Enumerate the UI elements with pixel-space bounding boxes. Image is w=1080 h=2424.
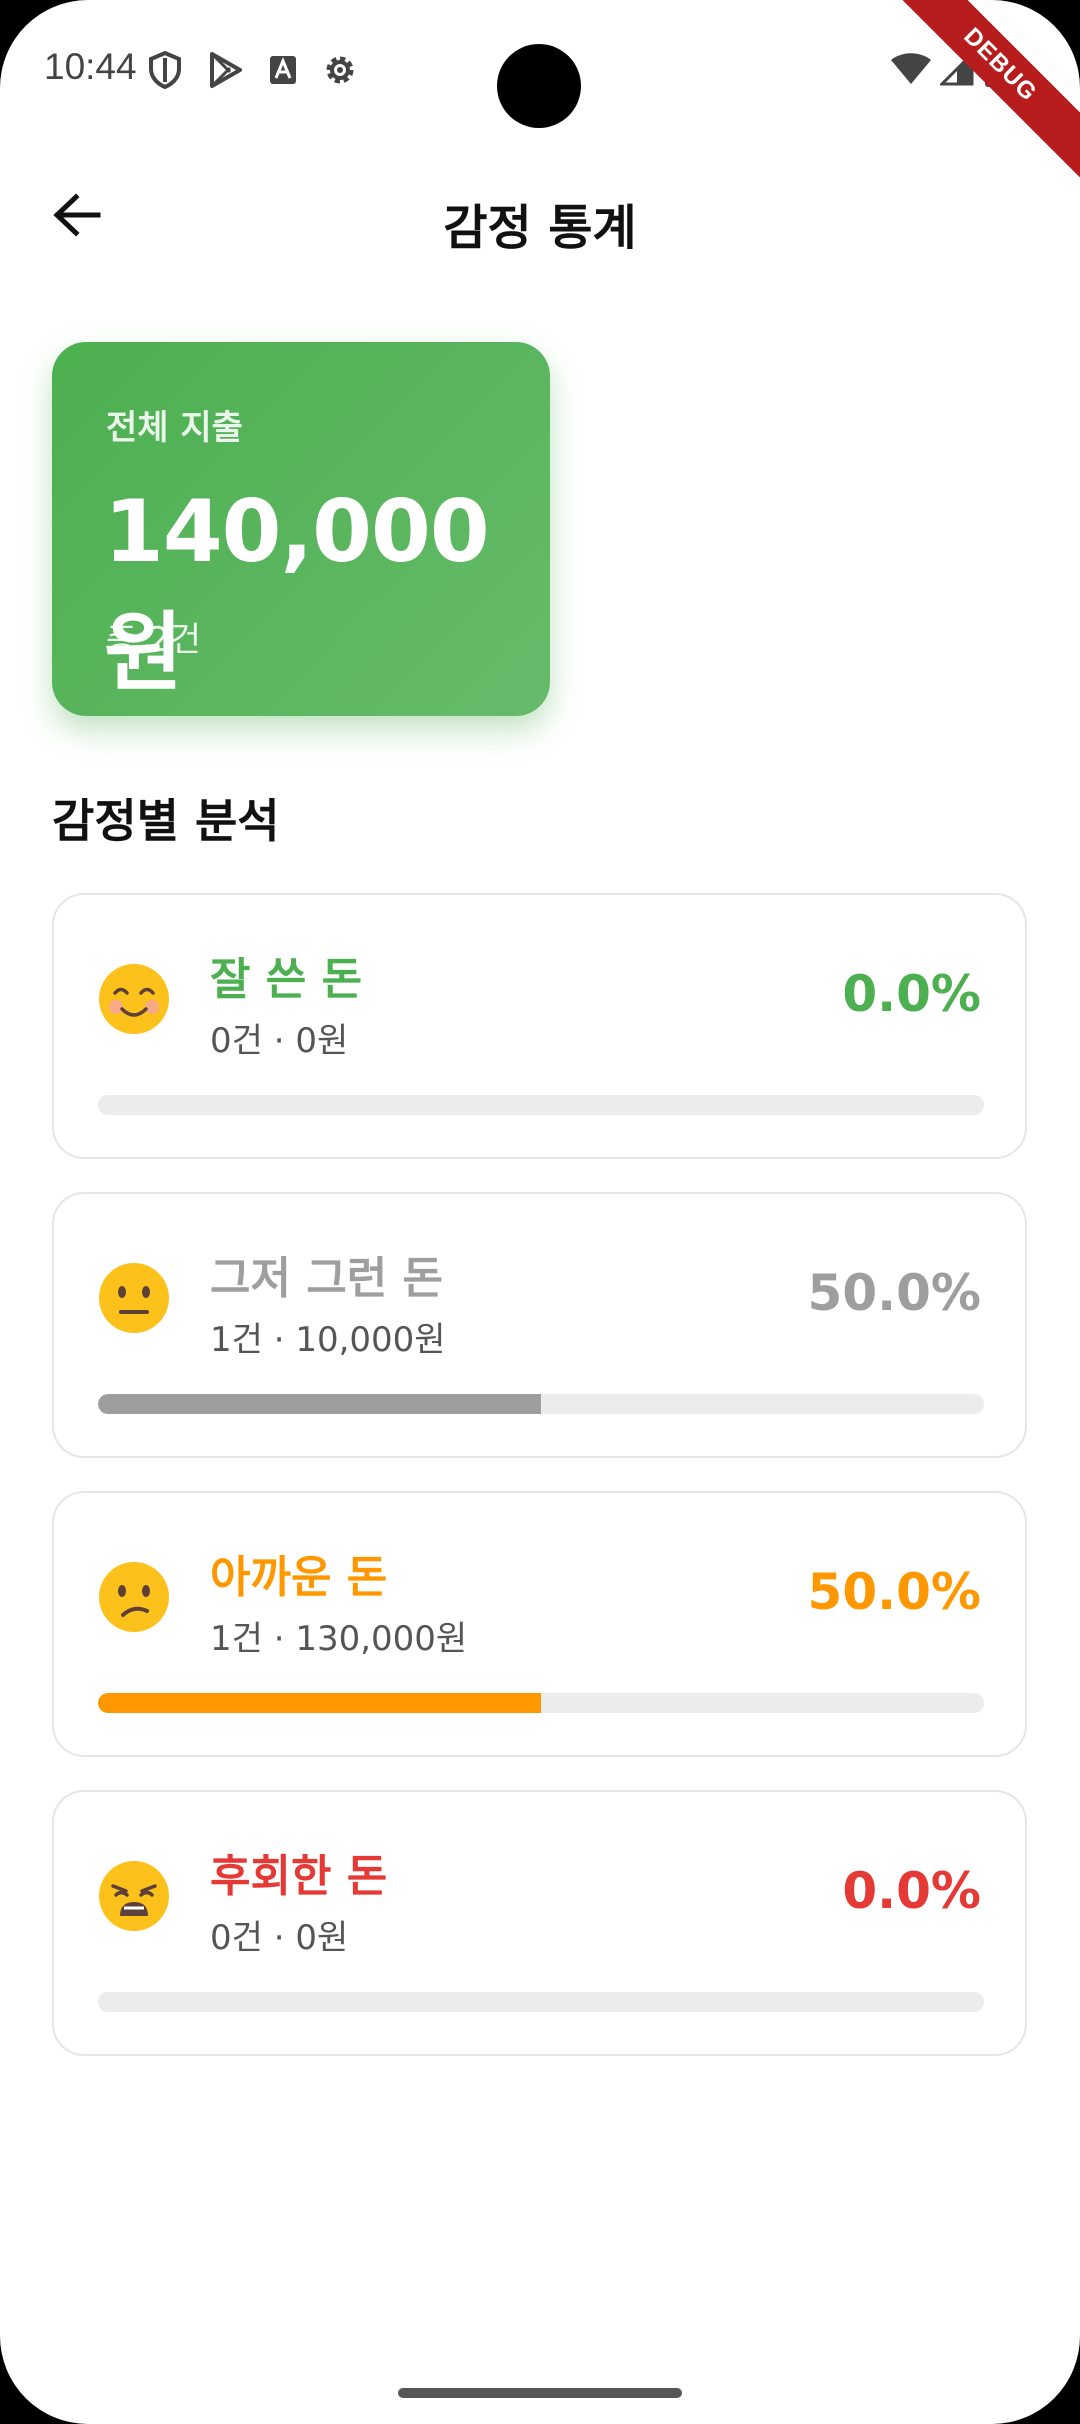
progress-track [98, 1095, 984, 1115]
emotion-percent: 50.0% [807, 1264, 981, 1322]
emotion-card-so-so[interactable]: 그저 그런 돈 1건 · 10,000원 50.0% [52, 1192, 1027, 1458]
emotion-card-regret[interactable]: 후회한 돈 0건 · 0원 0.0% [52, 1790, 1027, 2056]
emotion-name: 아까운 돈 [210, 1552, 388, 1603]
front-camera [497, 44, 581, 128]
emotion-percent: 50.0% [807, 1563, 981, 1621]
emotion-meta: 1건 · 130,000원 [210, 1619, 468, 1659]
font-icon [270, 56, 296, 84]
progress-track [98, 1394, 984, 1414]
total-spending-card: 전체 지출 140,000원 총 2건 [52, 342, 550, 716]
emotion-meta: 0건 · 0원 [210, 1021, 349, 1061]
confused-face-icon [99, 1562, 169, 1632]
app-bar: 감정 통계 [0, 160, 1080, 270]
progress-track [98, 1992, 984, 2012]
emotion-percent: 0.0% [842, 1862, 981, 1920]
progress-fill [98, 1394, 541, 1414]
total-spending-label: 전체 지출 [106, 408, 243, 448]
emotion-name: 그저 그런 돈 [210, 1253, 444, 1304]
emotion-meta: 0건 · 0원 [210, 1918, 349, 1958]
emotion-card-good[interactable]: 잘 쓴 돈 0건 · 0원 0.0% [52, 893, 1027, 1159]
section-title: 감정별 분석 [52, 794, 280, 848]
screen: 10:44 DEBUG 감정 통계 전체 지출 140,000원 총 2건 감정… [0, 0, 1080, 2424]
page-title: 감정 통계 [443, 200, 637, 256]
total-spending-amount: 140,000원 [104, 482, 490, 703]
emotion-name: 잘 쓴 돈 [210, 954, 363, 1005]
progress-track [98, 1693, 984, 1713]
home-indicator[interactable] [398, 2388, 682, 2398]
status-time: 10:44 [44, 46, 137, 87]
smiling-face-icon [99, 964, 169, 1034]
neutral-face-icon [99, 1263, 169, 1333]
weary-face-icon [99, 1861, 169, 1931]
progress-fill [98, 1693, 541, 1713]
emotion-name: 후회한 돈 [210, 1851, 388, 1902]
status-bar: 10:44 [0, 0, 1080, 140]
emotion-card-wasted[interactable]: 아까운 돈 1건 · 130,000원 50.0% [52, 1491, 1027, 1757]
emotion-meta: 1건 · 10,000원 [210, 1320, 446, 1360]
emotion-percent: 0.0% [842, 965, 981, 1023]
play-store-icon [210, 52, 242, 88]
gear-icon [326, 56, 354, 84]
shield-icon [149, 50, 181, 90]
total-spending-count: 총 2건 [106, 620, 201, 660]
wifi-icon [891, 53, 931, 84]
